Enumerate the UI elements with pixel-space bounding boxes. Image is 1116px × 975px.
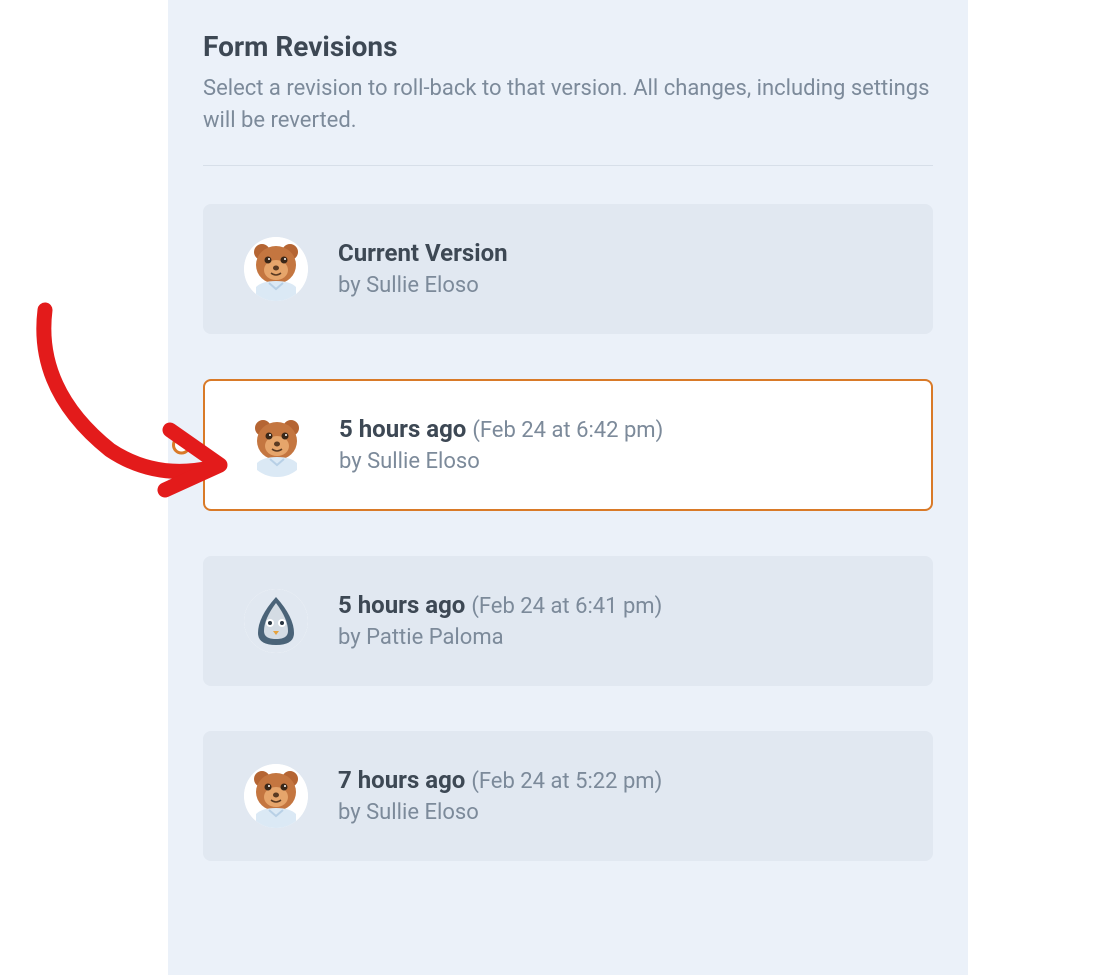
revision-time: 7 hours ago xyxy=(338,766,465,794)
revision-text: 5 hours ago (Feb 24 at 6:42 pm) by Sulli… xyxy=(339,415,663,474)
revision-time: 5 hours ago xyxy=(338,591,465,619)
revision-item-selected[interactable]: 5 hours ago (Feb 24 at 6:42 pm) by Sulli… xyxy=(203,379,933,511)
revision-text: Current Version by Sullie Eloso xyxy=(338,239,508,298)
revision-text: 5 hours ago (Feb 24 at 6:41 pm) by Patti… xyxy=(338,591,662,650)
revision-timestamp: (Feb 24 at 5:22 pm) xyxy=(471,769,662,794)
panel-header: Form Revisions Select a revision to roll… xyxy=(203,30,933,166)
avatar-bear-icon xyxy=(244,764,308,828)
revision-time: 5 hours ago xyxy=(339,415,466,443)
revision-byline: by Pattie Paloma xyxy=(338,625,662,650)
avatar-bear-icon xyxy=(245,413,309,477)
revision-byline: by Sullie Eloso xyxy=(338,800,662,825)
panel-title: Form Revisions xyxy=(203,30,933,63)
revision-byline: by Sullie Eloso xyxy=(338,273,508,298)
revision-byline: by Sullie Eloso xyxy=(339,449,663,474)
revision-item[interactable]: 7 hours ago (Feb 24 at 5:22 pm) by Sulli… xyxy=(203,731,933,861)
revisions-panel: Form Revisions Select a revision to roll… xyxy=(168,0,968,975)
revision-time: Current Version xyxy=(338,239,508,267)
avatar-bear-icon xyxy=(244,237,308,301)
revision-time-line: 5 hours ago (Feb 24 at 6:41 pm) xyxy=(338,591,662,619)
revision-time-line: Current Version xyxy=(338,239,508,267)
panel-subtitle: Select a revision to roll-back to that v… xyxy=(203,73,933,137)
revision-text: 7 hours ago (Feb 24 at 5:22 pm) by Sulli… xyxy=(338,766,662,825)
revision-timestamp: (Feb 24 at 6:41 pm) xyxy=(471,594,662,619)
revision-time-line: 5 hours ago (Feb 24 at 6:42 pm) xyxy=(339,415,663,443)
avatar-bird-icon xyxy=(244,589,308,653)
revision-item[interactable]: 5 hours ago (Feb 24 at 6:41 pm) by Patti… xyxy=(203,556,933,686)
revision-current[interactable]: Current Version by Sullie Eloso xyxy=(203,204,933,334)
revision-timestamp: (Feb 24 at 6:42 pm) xyxy=(472,418,663,443)
revision-time-line: 7 hours ago (Feb 24 at 5:22 pm) xyxy=(338,766,662,794)
